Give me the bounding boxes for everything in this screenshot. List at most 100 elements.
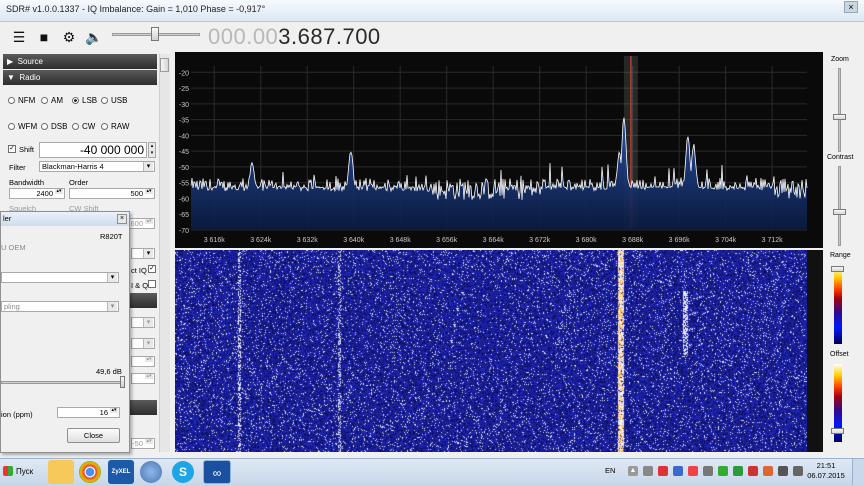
range-gradient	[834, 266, 842, 344]
frequency-leading-digits: 000.00	[208, 24, 279, 49]
offset-slider-thumb[interactable]	[831, 428, 844, 434]
stop-icon[interactable]: ■	[36, 29, 52, 45]
close-button[interactable]: Close	[67, 428, 120, 443]
agc-select[interactable]	[131, 317, 155, 328]
x-tick-label: 3 680k	[576, 237, 598, 244]
device-select[interactable]	[1, 272, 119, 283]
filter-select[interactable]: Blackman-Harris 4	[39, 161, 155, 172]
order-input[interactable]: 500	[69, 188, 155, 199]
mode-nfm[interactable]: NFM	[8, 96, 35, 105]
audio-header[interactable]	[128, 293, 157, 308]
mode-label: AM	[51, 96, 63, 105]
mode-wfm[interactable]: WFM	[8, 122, 37, 131]
gain-value: 49,6 dB	[96, 367, 122, 376]
side-controls: Zoom Contrast Range Offset	[824, 52, 864, 458]
waterfall-scroll	[807, 250, 823, 452]
folder-icon[interactable]	[48, 460, 74, 484]
gear-icon[interactable]: ⚙	[61, 29, 77, 45]
zoom-slider[interactable]	[838, 68, 841, 152]
display-header[interactable]	[128, 400, 157, 415]
contrast-slider[interactable]	[838, 166, 841, 246]
mode-dsb[interactable]: DSB	[41, 122, 67, 131]
mode-lsb[interactable]: LSB	[72, 96, 97, 105]
tray-flag-icon[interactable]	[718, 466, 728, 476]
x-tick-label: 3 672k	[529, 237, 551, 244]
shift-input[interactable]: -40 000 000	[39, 142, 147, 158]
zyxel-icon[interactable]: ZyXEL	[108, 460, 134, 484]
x-tick-label: 3 632k	[297, 237, 319, 244]
contrast-slider-thumb[interactable]	[833, 209, 846, 215]
cw-shift-input[interactable]: 600	[128, 218, 155, 229]
source-header[interactable]: ▶ Source	[3, 54, 157, 69]
tray-blue-icon[interactable]	[673, 466, 683, 476]
order-label: Order	[69, 178, 89, 187]
sampling-select[interactable]: pling	[1, 301, 119, 312]
mode-select[interactable]	[131, 248, 155, 259]
show-desktop-button[interactable]	[852, 459, 864, 485]
spectrum-analyzer[interactable]: -20 -25 -30 -35 -40 -45 -50 -55 -60 -65 -70 3 616k 3…	[175, 52, 823, 248]
tray-app-icon[interactable]	[643, 466, 653, 476]
direct-iq-label: ct IQ	[131, 266, 147, 275]
rtl-sdr-dialog: ler × R820T U OEM pling 49,6 dB ion (ppm…	[0, 211, 130, 453]
gain-slider[interactable]	[1, 381, 125, 384]
tray-arrow-icon[interactable]: ▲	[628, 466, 638, 476]
gain-slider-thumb[interactable]	[120, 376, 125, 388]
chrome-icon[interactable]	[79, 461, 101, 483]
menu-icon[interactable]: ☰	[11, 29, 27, 45]
panel-scrollbar[interactable]	[159, 54, 170, 452]
tray-shield-icon[interactable]	[748, 466, 758, 476]
start-button[interactable]: Пуск	[0, 459, 44, 485]
fft-spinner[interactable]: -50	[131, 438, 155, 449]
x-tick-label: 3 640k	[343, 237, 365, 244]
clock-time: 21:51	[816, 461, 836, 470]
shift-spinner[interactable]: ▴ ▾	[148, 142, 156, 158]
skype-icon[interactable]: S	[172, 461, 194, 483]
tray-monitor-icon[interactable]	[778, 466, 788, 476]
mode-label: USB	[111, 96, 128, 105]
direct-iq-checkbox[interactable]: ✓	[148, 265, 156, 273]
tray-update-icon[interactable]	[763, 466, 773, 476]
volume-slider-thumb[interactable]	[151, 27, 159, 41]
agc-spinner[interactable]	[131, 356, 155, 367]
radio-dot	[41, 97, 48, 104]
sdr-icon[interactable]: ∞	[203, 460, 231, 484]
dialog-title: ler	[1, 212, 129, 226]
x-tick-label: 3 704k	[715, 237, 737, 244]
speaker-icon[interactable]: 🔈	[85, 29, 102, 45]
mode-usb[interactable]: USB	[101, 96, 127, 105]
mode-label: WFM	[18, 122, 38, 131]
close-window-button[interactable]: ×	[844, 1, 858, 13]
y-tick-label: -55	[179, 181, 189, 188]
tray-red-icon[interactable]	[658, 466, 668, 476]
dialog-close-icon[interactable]: ×	[117, 214, 127, 224]
range-slider-thumb[interactable]	[831, 266, 844, 272]
agc-decay-spinner[interactable]	[131, 373, 155, 384]
waterfall-display[interactable]	[175, 250, 823, 452]
ppm-input[interactable]: 16	[57, 407, 120, 418]
x-tick-label: 3 656k	[436, 237, 458, 244]
shift-checkbox[interactable]: ✓	[8, 145, 16, 153]
y-tick-label: -25	[179, 86, 189, 93]
frequency-display[interactable]: 000.003.687.700	[208, 24, 381, 50]
agc-select-2[interactable]	[131, 338, 155, 349]
waterfall-canvas	[175, 250, 807, 452]
y-tick-label: -30	[179, 102, 189, 109]
zoom-slider-thumb[interactable]	[833, 114, 846, 120]
mode-raw[interactable]: RAW	[101, 122, 129, 131]
mode-am[interactable]: AM	[41, 96, 63, 105]
swap-iq-checkbox[interactable]	[148, 280, 156, 288]
clock[interactable]: 21:51 06.07.2015	[806, 461, 846, 481]
shift-label: Shift	[19, 145, 35, 154]
x-tick-label: 3 712k	[762, 237, 784, 244]
mode-cw[interactable]: CW	[72, 122, 95, 131]
filter-label: Filter	[9, 163, 26, 172]
bandwidth-input[interactable]: 2400	[9, 188, 65, 199]
radio-header[interactable]: ▼ Radio	[3, 70, 157, 85]
language-indicator[interactable]: EN	[605, 466, 615, 475]
tray-speaker-icon[interactable]	[703, 466, 713, 476]
network-icon[interactable]	[140, 461, 162, 483]
tray-network-icon[interactable]	[793, 466, 803, 476]
tray-check-icon[interactable]	[733, 466, 743, 476]
tray-alert-icon[interactable]	[688, 466, 698, 476]
panel-scrollbar-thumb[interactable]	[160, 58, 169, 72]
